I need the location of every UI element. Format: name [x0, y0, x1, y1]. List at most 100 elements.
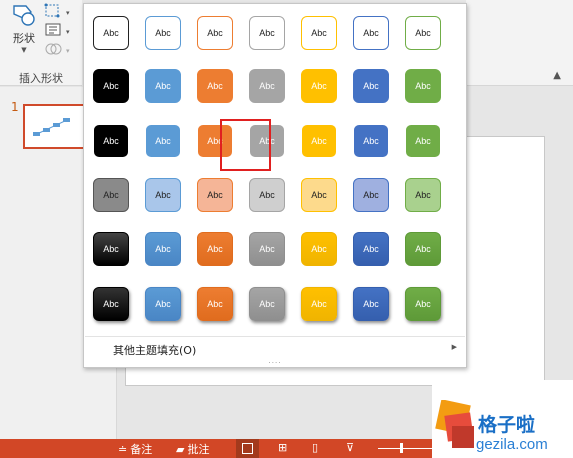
- merge-shapes-button[interactable]: ▾: [44, 41, 78, 57]
- shape-style-tile[interactable]: Abc: [197, 178, 233, 212]
- notes-label: 备注: [130, 443, 153, 456]
- shape-style-tile[interactable]: Abc: [405, 16, 441, 50]
- svg-text:▾: ▾: [66, 47, 70, 55]
- shape-style-tile[interactable]: Abc: [197, 287, 233, 321]
- shape-style-tile-label: Abc: [415, 190, 431, 200]
- shape-style-tile-label: Abc: [103, 299, 119, 309]
- shape-style-tile[interactable]: Abc: [405, 232, 441, 266]
- powerpoint-window: { "ribbon": { "shape_label": "形状", "grou…: [0, 0, 573, 458]
- shape-style-tile[interactable]: Abc: [145, 178, 181, 212]
- shape-style-tile[interactable]: Abc: [197, 69, 233, 103]
- reading-view-button[interactable]: ▯: [312, 441, 318, 454]
- shape-style-tile[interactable]: Abc: [353, 287, 389, 321]
- shape-style-tile-label: Abc: [259, 28, 275, 38]
- shapes-button-label: 形状: [13, 32, 35, 45]
- shape-style-tile[interactable]: Abc: [249, 287, 285, 321]
- notes-icon: ≐: [118, 442, 128, 456]
- shape-style-tile[interactable]: Abc: [93, 124, 129, 158]
- shape-style-tile-label: Abc: [155, 244, 171, 254]
- shape-style-tile[interactable]: Abc: [301, 178, 337, 212]
- shape-style-tile[interactable]: Abc: [93, 69, 129, 103]
- shape-style-tile-label: Abc: [103, 136, 119, 146]
- shape-style-tile-label: Abc: [363, 28, 379, 38]
- shape-style-tile[interactable]: Abc: [93, 232, 129, 266]
- shape-style-tile[interactable]: Abc: [249, 232, 285, 266]
- shape-style-tile-label: Abc: [155, 81, 171, 91]
- shape-style-tile[interactable]: Abc: [93, 16, 129, 50]
- collapse-ribbon-icon[interactable]: ▲: [553, 70, 561, 81]
- more-theme-fills-item[interactable]: 其他主题填充(O) ▶: [85, 336, 465, 360]
- shape-style-tile[interactable]: Abc: [301, 16, 337, 50]
- shape-style-tile-label: Abc: [415, 81, 431, 91]
- shape-style-tile[interactable]: Abc: [405, 178, 441, 212]
- comments-button[interactable]: ▰ 批注: [176, 441, 209, 457]
- shape-style-tile[interactable]: Abc: [197, 232, 233, 266]
- chevron-down-icon: ▼: [21, 46, 27, 54]
- normal-view-button[interactable]: [236, 439, 259, 458]
- shape-style-tile-label: Abc: [311, 28, 327, 38]
- edit-shape-button[interactable]: ▾: [44, 3, 78, 19]
- shape-style-tile-label: Abc: [259, 190, 275, 200]
- shape-style-tile-label: Abc: [103, 244, 119, 254]
- shape-style-tile-label: Abc: [415, 28, 431, 38]
- shape-style-tile[interactable]: Abc: [145, 232, 181, 266]
- shape-style-tile[interactable]: Abc: [301, 287, 337, 321]
- shape-style-tile-label: Abc: [363, 244, 379, 254]
- shape-style-tile[interactable]: Abc: [405, 124, 441, 158]
- shapes-icon: [13, 5, 35, 26]
- shape-style-tile-label: Abc: [259, 81, 275, 91]
- ribbon-group-label: 插入形状: [19, 72, 63, 85]
- zoom-slider-thumb[interactable]: [400, 443, 403, 453]
- shape-style-tile[interactable]: Abc: [145, 16, 181, 50]
- text-box-button[interactable]: ▾: [44, 22, 78, 38]
- slideshow-button[interactable]: ⊽: [346, 441, 354, 454]
- shape-style-tile-label: Abc: [155, 190, 171, 200]
- shape-style-tile[interactable]: Abc: [301, 124, 337, 158]
- shape-style-tile-label: Abc: [415, 136, 431, 146]
- shape-style-tile[interactable]: Abc: [353, 124, 389, 158]
- shape-style-tile[interactable]: Abc: [301, 69, 337, 103]
- shape-style-tile-label: Abc: [155, 299, 171, 309]
- shape-style-tile[interactable]: Abc: [405, 69, 441, 103]
- shape-style-tile[interactable]: Abc: [145, 287, 181, 321]
- shape-style-tile[interactable]: Abc: [353, 232, 389, 266]
- shape-style-tile-label: Abc: [155, 28, 171, 38]
- notes-button[interactable]: ≐ 备注: [118, 441, 152, 457]
- shape-style-tile[interactable]: Abc: [249, 16, 285, 50]
- shape-style-tile-label: Abc: [207, 28, 223, 38]
- shape-style-tile[interactable]: Abc: [353, 16, 389, 50]
- slide-sorter-button[interactable]: ⊞: [278, 441, 287, 454]
- shape-style-tile-label: Abc: [259, 299, 275, 309]
- slide-number: 1: [11, 100, 19, 114]
- slide-thumbnail-preview: [33, 118, 70, 136]
- slideshow-icon: ⊽: [346, 441, 355, 454]
- shape-style-tile[interactable]: Abc: [249, 69, 285, 103]
- shape-style-tile-label: Abc: [103, 28, 119, 38]
- shape-style-tile-label: Abc: [363, 81, 379, 91]
- shape-style-tile-label: Abc: [103, 190, 119, 200]
- shape-style-tile[interactable]: Abc: [249, 178, 285, 212]
- shape-style-tile[interactable]: Abc: [145, 69, 181, 103]
- merge-shapes-icon: ▾: [45, 43, 70, 55]
- gallery-resize-grip[interactable]: ····: [264, 360, 286, 367]
- shape-style-tile[interactable]: Abc: [301, 232, 337, 266]
- svg-text:▾: ▾: [66, 9, 70, 17]
- shape-style-tile[interactable]: Abc: [93, 287, 129, 321]
- shape-style-tile[interactable]: Abc: [405, 287, 441, 321]
- shape-style-tile-label: Abc: [311, 244, 327, 254]
- slide-sorter-icon: ⊞: [278, 441, 288, 454]
- slide-thumbnail[interactable]: [23, 104, 86, 149]
- shape-style-tile-label: Abc: [311, 81, 327, 91]
- shape-style-tile-label: Abc: [155, 136, 171, 146]
- shapes-button[interactable]: 形状 ▼: [6, 2, 42, 60]
- comments-label: 批注: [187, 443, 210, 456]
- shape-style-tile-label: Abc: [311, 190, 327, 200]
- shape-style-tile[interactable]: Abc: [353, 69, 389, 103]
- zoom-slider[interactable]: [378, 448, 438, 449]
- shape-style-tile[interactable]: Abc: [93, 178, 129, 212]
- shape-style-tile[interactable]: Abc: [353, 178, 389, 212]
- text-box-icon: ▾: [45, 23, 70, 36]
- normal-view-icon: [242, 443, 253, 454]
- shape-style-tile[interactable]: Abc: [197, 16, 233, 50]
- shape-style-tile[interactable]: Abc: [145, 124, 181, 158]
